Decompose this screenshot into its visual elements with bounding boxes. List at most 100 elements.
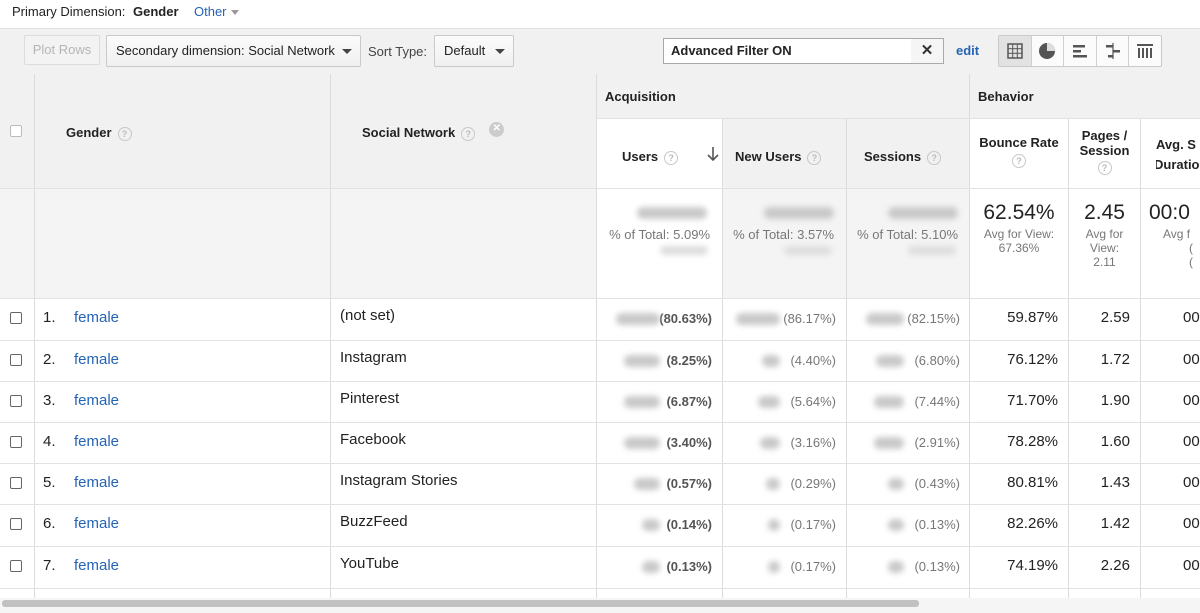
- row-social-network: Instagram Stories: [340, 472, 458, 489]
- secondary-dimension-dropdown[interactable]: Secondary dimension: Social Network: [106, 35, 361, 67]
- row-checkbox[interactable]: [10, 312, 22, 324]
- row-avg-duration: 00: [1183, 474, 1200, 491]
- behavior-group-header: Behavior: [978, 89, 1034, 104]
- new-users-total-pct: % of Total: 3.57%: [733, 227, 834, 242]
- avg-duration-avg: Avg f((: [1163, 227, 1200, 269]
- row-checkbox[interactable]: [10, 518, 22, 530]
- view-mode-switcher: [998, 35, 1162, 67]
- close-icon[interactable]: ✕: [911, 38, 944, 64]
- new-users-total-avg-blurred: [784, 246, 832, 255]
- row-gender-link[interactable]: female: [74, 392, 119, 409]
- row-new-users-value-blurred: [758, 396, 780, 408]
- bounce-rate-total: 62.54%: [983, 201, 1055, 224]
- remove-dimension-icon[interactable]: ✕: [489, 122, 505, 138]
- avg-duration-header-line2: Duratio: [1156, 157, 1200, 172]
- table-view-icon[interactable]: [999, 36, 1032, 66]
- row-checkbox[interactable]: [10, 477, 22, 489]
- row-gender-link[interactable]: female: [74, 351, 119, 368]
- row-number: 7.: [43, 557, 56, 574]
- help-icon[interactable]: ?: [664, 150, 679, 165]
- row-number: 3.: [43, 392, 56, 409]
- report-toolbar: Plot Rows Secondary dimension: Social Ne…: [0, 28, 1200, 76]
- data-table: Gender? Social Network? ✕ Acquisition Beh…: [0, 74, 1200, 598]
- users-column-header[interactable]: Users?: [622, 149, 679, 165]
- bounce-rate-column-header[interactable]: Bounce Rate?: [970, 135, 1068, 168]
- row-social-network: Facebook: [340, 431, 406, 448]
- social-network-header-label: Social Network: [362, 125, 456, 140]
- row-number: 2.: [43, 351, 56, 368]
- row-checkbox[interactable]: [10, 354, 22, 366]
- row-pages-session: 1.90: [1100, 392, 1130, 409]
- help-icon[interactable]: ?: [1012, 154, 1026, 168]
- performance-view-icon[interactable]: [1064, 36, 1097, 66]
- social-network-column-header[interactable]: Social Network? ✕: [362, 122, 505, 141]
- row-checkbox[interactable]: [10, 436, 22, 448]
- row-social-network: (not set): [340, 307, 396, 324]
- help-icon[interactable]: ?: [927, 150, 942, 165]
- row-gender-link[interactable]: female: [74, 515, 119, 532]
- row-gender-link[interactable]: female: [74, 557, 119, 574]
- help-icon[interactable]: ?: [461, 126, 476, 141]
- pages-session-column-header[interactable]: Pages / Session?: [1069, 128, 1140, 176]
- users-total-blurred: [637, 207, 707, 219]
- primary-dimension-other[interactable]: Other: [194, 4, 239, 19]
- avg-duration-column-header[interactable]: Avg. S Duratio: [1156, 135, 1200, 175]
- row-sessions-value-blurred: [888, 561, 904, 573]
- row-users-value-blurred: [624, 437, 660, 449]
- sessions-column-header[interactable]: Sessions?: [864, 149, 942, 165]
- help-icon[interactable]: ?: [807, 150, 822, 165]
- row-pages-session: 2.59: [1100, 309, 1130, 326]
- row-social-network: YouTube: [340, 555, 399, 572]
- row-sessions-value-blurred: [866, 313, 904, 325]
- row-checkbox[interactable]: [10, 560, 22, 572]
- pages-session-header-line2: Session: [1079, 143, 1130, 158]
- primary-dimension-bar: Primary Dimension: Gender Other: [0, 0, 1200, 28]
- row-checkbox[interactable]: [10, 395, 22, 407]
- row-bounce-rate: 71.70%: [1007, 392, 1058, 409]
- help-icon[interactable]: ?: [1097, 161, 1112, 176]
- row-new-users-value-blurred: [762, 355, 780, 367]
- row-sessions-value-blurred: [888, 478, 904, 490]
- row-gender-link[interactable]: female: [74, 309, 119, 326]
- avg-duration-sub3: (: [1189, 255, 1193, 269]
- edit-filter-link[interactable]: edit: [956, 43, 979, 58]
- help-icon[interactable]: ?: [117, 126, 132, 141]
- pie-view-icon[interactable]: [1032, 36, 1065, 66]
- row-number: 5.: [43, 474, 56, 491]
- select-all-checkbox[interactable]: [10, 125, 22, 137]
- comparison-view-icon[interactable]: [1097, 36, 1130, 66]
- new-users-column-header[interactable]: New Users?: [735, 149, 822, 165]
- row-gender-link[interactable]: female: [74, 474, 119, 491]
- sort-type-label: Sort Type:: [368, 44, 428, 59]
- row-pages-session: 1.42: [1100, 515, 1130, 532]
- row-avg-duration: 00: [1183, 309, 1200, 326]
- row-bounce-rate: 76.12%: [1007, 351, 1058, 368]
- primary-dimension-gender[interactable]: Gender: [133, 4, 179, 19]
- sessions-total-blurred: [888, 207, 958, 219]
- horizontal-scrollbar-thumb[interactable]: [2, 600, 919, 607]
- row-gender-link[interactable]: female: [74, 433, 119, 450]
- row-bounce-rate: 59.87%: [1007, 309, 1058, 326]
- row-social-network: Pinterest: [340, 390, 400, 407]
- gender-column-header[interactable]: Gender?: [66, 125, 132, 141]
- chevron-down-icon: [495, 49, 505, 54]
- row-avg-duration: 00: [1183, 392, 1200, 409]
- row-new-users-value-blurred: [760, 437, 780, 449]
- row-new-users-value-blurred: [766, 478, 780, 490]
- row-users-value-blurred: [642, 561, 660, 573]
- row-bounce-rate: 80.81%: [1007, 474, 1058, 491]
- pivot-view-icon[interactable]: [1129, 36, 1161, 66]
- chevron-down-icon: [342, 49, 352, 54]
- advanced-filter-input[interactable]: Advanced Filter ON: [663, 38, 912, 64]
- sessions-header-label: Sessions: [864, 149, 922, 164]
- row-pages-session: 1.60: [1100, 433, 1130, 450]
- sort-descending-icon[interactable]: [706, 146, 720, 162]
- new-users-header-label: New Users: [735, 149, 802, 164]
- row-social-network: BuzzFeed: [340, 513, 408, 530]
- plot-rows-button[interactable]: Plot Rows: [24, 35, 100, 65]
- row-sessions-value-blurred: [876, 355, 904, 367]
- row-new-users-value-blurred: [736, 313, 780, 325]
- row-avg-duration: 00: [1183, 515, 1200, 532]
- new-users-total-blurred: [764, 207, 834, 219]
- sort-type-dropdown[interactable]: Default: [434, 35, 514, 67]
